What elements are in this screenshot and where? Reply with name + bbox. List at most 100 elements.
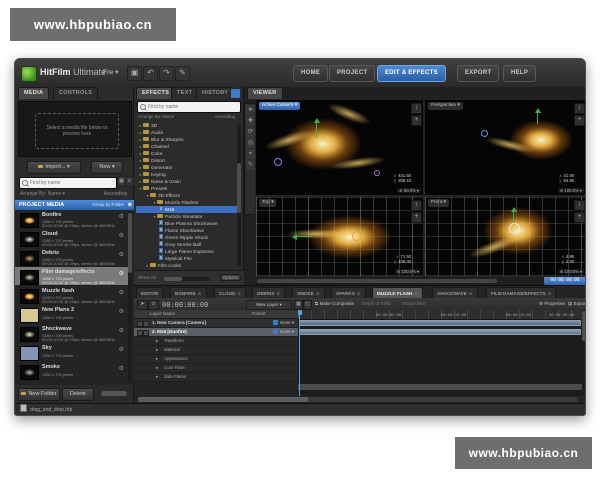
close-icon[interactable]: ⊗ [548, 291, 552, 296]
layer-row-camera[interactable]: 1. New Camera [Camera] None ▾ [134, 319, 298, 328]
viewer-hscrollbar[interactable] [257, 279, 497, 283]
layer-property-core-flare[interactable]: ▸Core Flare [134, 364, 298, 373]
effects-tree-item[interactable]: ▸3D [136, 122, 240, 129]
media-item-debris[interactable]: Debris 1280 x 720 pixels 00:00:10:00 @ 2… [15, 248, 130, 267]
fit-view-icon[interactable]: ↕ [411, 200, 422, 211]
zoom-in-icon[interactable]: + [574, 212, 585, 223]
select-tool-icon[interactable]: ➤ [137, 300, 148, 310]
timeline-ruler[interactable]: 00:00:05:00 00:00:10:00 00:00:15:00 00:0… [298, 310, 583, 320]
viewport-active-camera[interactable]: Active Camera ▾ ↕ + x441.50 y208.43 ⊕ 60… [255, 99, 424, 196]
zoom-level-dropdown[interactable]: ⊕ 60.0% ▾ [397, 188, 421, 193]
list-view-icon[interactable]: ≡ [125, 176, 134, 187]
close-icon[interactable]: ⊗ [316, 291, 320, 296]
x-axis-arrow[interactable] [296, 236, 312, 237]
nav-edit-effects-button[interactable]: EDIT & EFFECTS [377, 65, 446, 82]
layer-handle[interactable] [509, 223, 520, 234]
camera-track-bar[interactable] [299, 320, 581, 326]
point-of-interest-handle[interactable] [274, 158, 282, 166]
depth-of-field-toggle[interactable]: Depth of Field [362, 301, 391, 306]
arrange-by-dropdown[interactable]: Arrange By: Name ▾ [20, 191, 65, 197]
effects-tree-item[interactable]: ▾Muzzle Flashes [136, 199, 240, 206]
effects-tree-item-m16[interactable]: M16 [136, 206, 240, 213]
orbit-tool-icon[interactable]: ⟳ [246, 127, 255, 137]
zoom-level-dropdown[interactable]: ⊕ 100.0% ▾ [558, 188, 584, 193]
view-selector-perspective[interactable]: Perspective ▾ [428, 102, 463, 110]
layer-property-material[interactable]: ▸Material [134, 346, 298, 355]
playhead[interactable] [299, 310, 300, 396]
tab-controls[interactable]: CONTROLS [53, 87, 98, 99]
y-axis-arrow[interactable] [537, 112, 538, 124]
effects-search[interactable] [137, 101, 241, 113]
nav-help-button[interactable]: HELP [503, 65, 536, 82]
layer-property-transform[interactable]: ▸Transform [134, 337, 298, 346]
lock-toggle-icon[interactable] [143, 321, 149, 327]
effects-tree-item[interactable]: ▸Keying [136, 171, 240, 178]
viewport-top[interactable]: Top ▾ ↕ + x71.50 y106.30 ⊕ 100.0% ▾ [255, 196, 424, 277]
pan-tool-icon[interactable]: ✚ [246, 116, 255, 126]
effects-tree-item[interactable]: Green Ripple Shock [136, 234, 240, 241]
media-hscrollbar[interactable] [101, 391, 127, 396]
effects-tree-item[interactable]: ▾Particle Simulator [136, 213, 240, 220]
tool-icon-b[interactable]: ◫ [303, 300, 312, 310]
timeline-tracks[interactable]: 00:00:05:00 00:00:10:00 00:00:15:00 00:0… [298, 310, 583, 396]
parent-dropdown[interactable]: None ▾ [273, 329, 294, 335]
timeline-hscrollbar[interactable] [138, 397, 578, 402]
effects-tree-item[interactable]: ▸Generator [136, 164, 240, 171]
y-axis-arrow[interactable] [513, 211, 514, 223]
effects-tree-item[interactable]: ▸Noise & Grain [136, 178, 240, 185]
y-axis-arrow[interactable] [316, 122, 317, 138]
effects-hscrollbar[interactable] [164, 277, 210, 281]
view-selector-top[interactable]: Top ▾ [259, 199, 276, 207]
media-item-muzzle-flash[interactable]: Muzzle flash 1280 x 720 pixels 00:00:10:… [15, 286, 130, 305]
media-scrollbar[interactable] [128, 211, 132, 383]
close-icon[interactable]: ⊗ [198, 291, 202, 296]
timeline-vscrollbar[interactable] [582, 310, 586, 396]
effects-options-button[interactable]: Options [220, 274, 241, 281]
effects-tree-item[interactable]: ▾Presets [136, 185, 240, 192]
close-icon[interactable]: ⊗ [357, 291, 361, 296]
gear-icon[interactable]: ⚙ [119, 289, 124, 296]
media-item-sky[interactable]: Sky 1280 x 720 pixels ⚙ [15, 343, 130, 362]
import-button[interactable]: Import... ▾ [27, 161, 81, 174]
gear-icon[interactable]: ⚙ [119, 327, 124, 334]
parent-dropdown[interactable]: None ▾ [273, 320, 294, 326]
gear-icon[interactable]: ⚙ [119, 365, 124, 372]
gear-icon[interactable]: ⚙ [119, 232, 124, 239]
gear-icon[interactable]: ⚙ [119, 251, 124, 258]
nav-home-button[interactable]: HOME [293, 65, 328, 82]
media-item-smoke[interactable]: Smoke 1280 x 720 pixels ⚙ [15, 362, 130, 381]
viewport-front[interactable]: Front ▾ ↕ + x4.86 y2.30 ⊕ 100.0% ▾ [424, 196, 586, 277]
layer-row-m16[interactable]: 2. M16 [Gunfire] None ▾ [134, 328, 298, 337]
close-icon[interactable]: ⊗ [469, 291, 473, 296]
tool-icon-a[interactable]: ▦ [294, 300, 303, 310]
undo-icon[interactable]: ↶ [143, 66, 158, 81]
media-item-bonfire[interactable]: Bonfire 1280 x 720 pixels 00:00:10:00 @ … [15, 210, 130, 229]
zoom-level-dropdown[interactable]: ⊕ 100.0% ▾ [395, 269, 421, 274]
motion-blur-toggle[interactable]: Motion Blur [402, 301, 425, 306]
fx-arrange-dropdown[interactable]: Arrange By: Name [138, 114, 174, 119]
file-menu[interactable]: File ▾ [103, 68, 119, 76]
effects-tree-item[interactable]: ▸Distort [136, 157, 240, 164]
nav-export-button[interactable]: EXPORT [457, 65, 499, 82]
media-search-input[interactable] [30, 178, 114, 188]
properties-button[interactable]: ⚙ Properties [539, 301, 565, 307]
lock-toggle-icon[interactable] [143, 330, 149, 336]
effects-search-input[interactable] [148, 102, 238, 112]
target-tool-icon[interactable]: ⌖ [246, 149, 255, 159]
media-item-film-damage[interactable]: Film damage/effects 1280 x 720 pixels 00… [15, 267, 130, 286]
nav-project-button[interactable]: PROJECT [329, 65, 375, 82]
close-icon[interactable]: ⊗ [237, 291, 241, 296]
delete-button[interactable]: Delete [62, 388, 94, 401]
edit-tool-icon[interactable]: ✎ [246, 160, 255, 170]
effects-tree-item[interactable]: Large Flame Explosion [136, 248, 240, 255]
new-button[interactable]: New ▾ [91, 161, 123, 174]
record-icon[interactable]: ⊙ [148, 300, 159, 310]
make-composite-button[interactable]: ⧉ Make Composite [315, 301, 354, 306]
panel-menu-icon[interactable]: ⊗ [128, 200, 132, 210]
tab-viewer[interactable]: VIEWER [247, 87, 283, 99]
layer-handle[interactable] [352, 231, 362, 241]
tab-text[interactable]: TEXT [171, 87, 198, 99]
media-search[interactable] [19, 177, 117, 189]
effects-tree-item[interactable]: ▸Audio [136, 129, 240, 136]
fit-view-icon[interactable]: ↕ [411, 103, 422, 114]
